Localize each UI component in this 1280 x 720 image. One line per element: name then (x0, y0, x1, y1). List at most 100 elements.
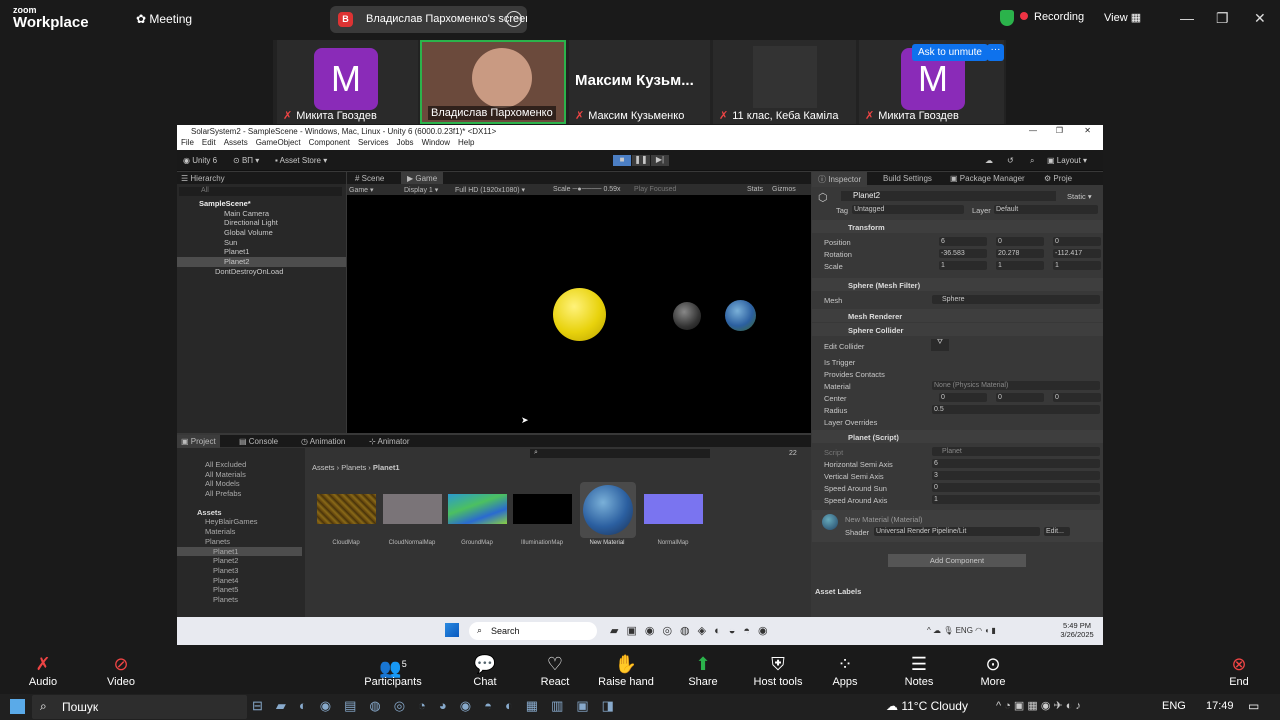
participant-tile[interactable]: M Ask to unmute ··· ✗ Микита Гвоздев (859, 40, 1004, 124)
end-button[interactable]: ⊗ End (1204, 646, 1274, 688)
cloud-icon[interactable]: ☁ (985, 156, 993, 165)
play-focused-dropdown[interactable]: Play Focused (634, 186, 676, 193)
favorite-item[interactable]: All Prefabs (177, 489, 302, 499)
step-button[interactable]: ▶| (651, 155, 669, 166)
meshfilter-header[interactable]: Sphere (Mesh Filter) (812, 278, 1103, 291)
minimize-icon[interactable]: — (1029, 126, 1037, 135)
hierarchy-item[interactable]: Global Volume (177, 228, 346, 238)
video-button[interactable]: ⊘ Video (86, 646, 156, 688)
close-icon[interactable]: ✕ (1084, 126, 1091, 135)
participant-tile[interactable]: ✗ 11 клас, Кеба Каміла (713, 40, 856, 124)
static-toggle[interactable]: Static ▾ (1067, 192, 1092, 201)
script-prop-field[interactable]: 3 (932, 471, 1100, 480)
game-mode-dropdown[interactable]: Game ▾ (349, 186, 374, 194)
minimize-icon[interactable]: — (1180, 10, 1194, 26)
unity-version-button[interactable]: ◉ Unity 6 (183, 156, 217, 165)
asset-thumbnail-selected[interactable] (580, 482, 636, 538)
history-icon[interactable]: ↺ (1007, 156, 1014, 165)
gameobject-name-field[interactable]: Planet2 (841, 191, 1056, 201)
tab-scene[interactable]: # Scene (355, 174, 384, 183)
pinned-apps[interactable]: ⊟▰◐◉▤◍◎◔◕◉◓◐▦▥▣◨ (252, 698, 627, 714)
tree-folder[interactable]: Planets (177, 537, 302, 547)
more-icon[interactable]: ··· (506, 11, 522, 27)
hierarchy-item[interactable]: Main Camera (177, 209, 346, 219)
shader-dropdown[interactable]: Universal Render Pipeline/Lit (874, 527, 1040, 536)
tree-folder[interactable]: Planet2 (177, 556, 302, 566)
menu-jobs[interactable]: Jobs (397, 138, 414, 147)
share-button[interactable]: ⬆ Share (668, 646, 738, 688)
favorite-item[interactable]: All Materials (177, 470, 302, 480)
ddol-root[interactable]: DontDestroyOnLoad (177, 267, 346, 277)
tab-animation[interactable]: ◷ Animation (301, 437, 345, 446)
collider-row[interactable]: Layer Overrides (824, 418, 877, 427)
gizmos-dropdown[interactable]: Gizmos (772, 186, 796, 193)
tree-folder[interactable]: Planet3 (177, 566, 302, 576)
menu-help[interactable]: Help (458, 138, 474, 147)
tree-folder[interactable]: HeyBlairGames (177, 517, 302, 527)
tab-inspector[interactable]: ⓘ Inspector (812, 172, 868, 187)
hierarchy-item[interactable]: Planet1 (177, 247, 346, 257)
script-prop-field[interactable]: 0 (932, 483, 1100, 492)
transform-header[interactable]: Transform (812, 220, 1103, 233)
asset-labels[interactable]: Asset Labels (815, 587, 861, 596)
scale-x-field[interactable]: 1 (939, 261, 987, 270)
center-z-field[interactable]: 0 (1053, 393, 1101, 402)
rotation-x-field[interactable]: -36.583 (939, 249, 987, 258)
tab-console[interactable]: ▤ Console (239, 437, 278, 446)
stats-toggle[interactable]: Stats (747, 186, 763, 193)
scale-z-field[interactable]: 1 (1053, 261, 1101, 270)
tab-hierarchy[interactable]: ☰ Hierarchy (181, 174, 225, 183)
participant-tile[interactable]: M ✗ Микита Гвоздев (277, 40, 418, 124)
project-search[interactable]: ⌕ (530, 449, 710, 458)
script-header[interactable]: Planet (Script) (812, 430, 1103, 443)
hierarchy-item[interactable]: Sun (177, 238, 346, 248)
tab-project-settings[interactable]: ⚙ Proje (1044, 174, 1072, 183)
search-icon[interactable]: ⌕ (1030, 156, 1034, 166)
meshrenderer-header[interactable]: Mesh Renderer (812, 309, 1103, 322)
meeting-menu[interactable]: ✿ Meeting (136, 12, 192, 26)
language-indicator[interactable]: ENG (1162, 700, 1186, 712)
asset-thumbnail[interactable] (317, 494, 376, 524)
tree-folder[interactable]: Planets (177, 595, 302, 605)
participants-button[interactable]: 👥5 Participants (358, 646, 428, 688)
position-x-field[interactable]: 6 (939, 237, 987, 246)
menu-assets[interactable]: Assets (224, 138, 248, 147)
search-box[interactable]: ⌕ Search (469, 622, 597, 640)
resolution-dropdown[interactable]: Full HD (1920x1080) ▾ (455, 186, 525, 194)
layout-dropdown[interactable]: ▣ Layout ▾ (1047, 156, 1087, 165)
clock[interactable]: 5:49 PM 3/26/2025 (1057, 621, 1097, 639)
asset-thumbnail[interactable] (383, 494, 442, 524)
apps-button[interactable]: ⁘ Apps (810, 646, 880, 688)
layer-dropdown[interactable]: Default (994, 205, 1098, 214)
menu-services[interactable]: Services (358, 138, 389, 147)
center-x-field[interactable]: 0 (939, 393, 987, 402)
position-z-field[interactable]: 0 (1053, 237, 1101, 246)
edit-shader-button[interactable]: Edit... (1044, 527, 1070, 536)
menu-file[interactable]: File (181, 138, 194, 147)
tree-folder[interactable]: Planet5 (177, 585, 302, 595)
asset-store-button[interactable]: ▪ Asset Store ▾ (275, 156, 327, 165)
tab-package-manager[interactable]: ▣ Package Manager (950, 174, 1025, 183)
close-icon[interactable]: ✕ (1254, 10, 1266, 27)
add-component-button[interactable]: Add Component (888, 554, 1026, 567)
view-button[interactable]: View ▦ (1104, 11, 1141, 24)
tray-icons[interactable]: ^ ◔ ▣ ▦ ◉ ✈ ◐ ♪ (996, 699, 1081, 712)
windows-start-icon[interactable] (445, 623, 459, 637)
chat-button[interactable]: 💬 Chat (450, 646, 520, 688)
tab-build-settings[interactable]: Build Settings (883, 174, 932, 183)
participant-tile[interactable]: Максим Кузьм... ✗ Максим Кузьменко (569, 40, 710, 124)
react-button[interactable]: ♡ React (520, 646, 590, 688)
asset-thumbnail[interactable] (448, 494, 507, 524)
scale-slider[interactable]: Scale ─●──── 0.59x (553, 186, 621, 193)
screen-share-indicator[interactable]: В Владислав Пархоменко's screen ··· (330, 6, 527, 33)
tab-project[interactable]: ▣ Project (177, 435, 220, 448)
radius-field[interactable]: 0.5 (932, 405, 1100, 414)
ask-to-unmute-button[interactable]: Ask to unmute (912, 44, 988, 61)
position-y-field[interactable]: 0 (996, 237, 1044, 246)
play-button[interactable]: ■ (613, 155, 631, 166)
maximize-icon[interactable]: ❐ (1056, 126, 1063, 135)
tree-folder[interactable]: Planet4 (177, 576, 302, 586)
favorite-item[interactable]: All Models (177, 479, 302, 489)
mesh-field[interactable]: Sphere (932, 295, 1100, 304)
physics-material-field[interactable]: None (Physics Material) (932, 381, 1100, 390)
